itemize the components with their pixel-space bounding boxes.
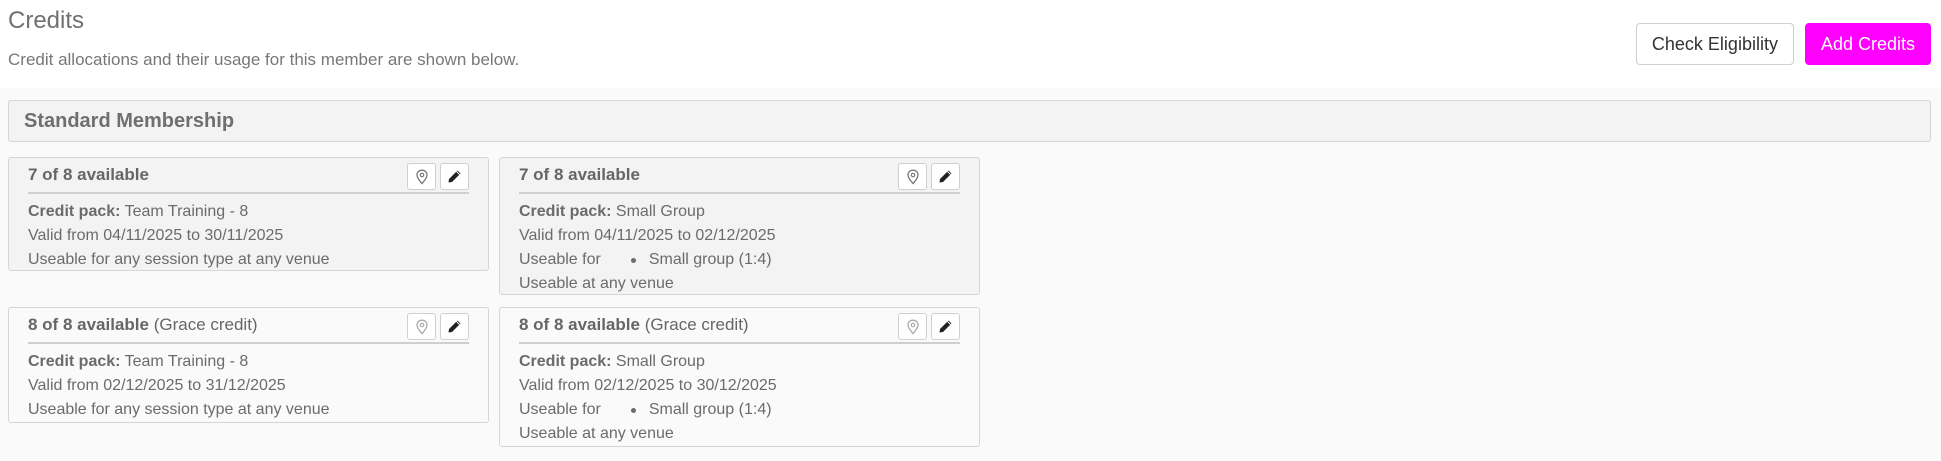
credit-pack-label: Credit pack: [519, 353, 612, 370]
credit-pack-value: Small Group [615, 353, 705, 370]
venue-text: Useable at any venue [519, 425, 674, 442]
session-type-item: Small group (1:4) [648, 251, 772, 268]
map-pin-icon[interactable] [898, 163, 927, 190]
availability-label: 8 of 8 available [519, 315, 640, 334]
credit-pack-label: Credit pack: [28, 353, 121, 370]
card-actions [407, 163, 469, 190]
check-eligibility-button[interactable]: Check Eligibility [1635, 23, 1794, 65]
credit-card-header: 8 of 8 available (Grace credit) [519, 308, 960, 344]
map-pin-icon[interactable] [898, 313, 927, 340]
availability-label: 7 of 8 available [519, 165, 640, 184]
credits-page: Credits Credit allocations and their usa… [0, 0, 1941, 461]
credit-card: 7 of 8 available Credit pack: Small Grou… [499, 157, 980, 295]
session-type-item: Small group (1:4) [648, 401, 772, 418]
validity-text: Valid from 02/12/2025 to 31/12/2025 [28, 377, 286, 394]
pencil-icon[interactable] [931, 163, 960, 190]
credit-card: 8 of 8 available (Grace credit) Credit p… [499, 307, 980, 447]
validity-text: Valid from 04/11/2025 to 30/11/2025 [28, 227, 284, 244]
useable-for-label: Useable for [519, 251, 601, 268]
credit-pack-value: Team Training - 8 [124, 353, 249, 370]
validity-text: Valid from 04/11/2025 to 02/12/2025 [519, 227, 776, 244]
card-actions [898, 163, 960, 190]
header-actions: Check Eligibility Add Credits [1635, 23, 1931, 65]
credit-card: 7 of 8 available Credit pack: Team Train… [8, 157, 489, 271]
page-header: Credits Credit allocations and their usa… [8, 6, 519, 70]
useable-for-label: Useable for [519, 401, 601, 418]
map-pin-icon[interactable] [407, 313, 436, 340]
credit-card-header: 7 of 8 available [28, 158, 469, 194]
credit-card: 8 of 8 available (Grace credit) Credit p… [8, 307, 489, 423]
credit-card-header: 7 of 8 available [519, 158, 960, 194]
venue-text: Useable at any venue [519, 275, 674, 292]
usage-text: Useable for any session type at any venu… [28, 401, 330, 418]
credit-pack-value: Small Group [615, 203, 705, 220]
page-title: Credits [8, 7, 85, 34]
membership-area: Standard Membership 7 of 8 available Cre… [0, 88, 1941, 461]
pencil-icon[interactable] [440, 163, 469, 190]
credit-pack-label: Credit pack: [519, 203, 612, 220]
availability-label: 7 of 8 available [28, 165, 149, 184]
bullet-icon [630, 407, 636, 413]
grace-credit-note: (Grace credit) [644, 315, 749, 334]
pencil-icon[interactable] [931, 313, 960, 340]
membership-title: Standard Membership [24, 109, 235, 132]
pencil-icon[interactable] [440, 313, 469, 340]
credit-pack-label: Credit pack: [28, 203, 121, 220]
availability-label: 8 of 8 available [28, 315, 149, 334]
card-actions [898, 313, 960, 340]
usage-text: Useable for any session type at any venu… [28, 251, 330, 268]
card-actions [407, 313, 469, 340]
membership-section-header: Standard Membership [8, 100, 1931, 142]
map-pin-icon[interactable] [407, 163, 436, 190]
validity-text: Valid from 02/12/2025 to 30/12/2025 [519, 377, 777, 394]
credit-card-header: 8 of 8 available (Grace credit) [28, 308, 469, 344]
credit-pack-value: Team Training - 8 [124, 203, 249, 220]
bullet-icon [630, 257, 636, 263]
add-credits-button[interactable]: Add Credits [1804, 23, 1931, 65]
page-subtitle: Credit allocations and their usage for t… [8, 50, 520, 69]
grace-credit-note: (Grace credit) [153, 315, 258, 334]
